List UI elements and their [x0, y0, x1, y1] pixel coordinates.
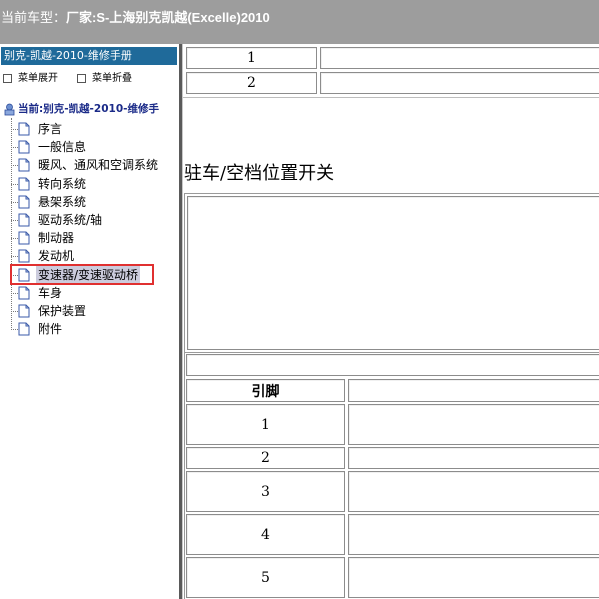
pin-num-cell: 5: [186, 557, 345, 598]
pin-2: 2: [261, 450, 270, 466]
tree-branch: [11, 311, 18, 312]
top-table-num-cell: 1: [186, 47, 317, 69]
tree-item-label: 驱动系统/轴: [38, 213, 103, 227]
pin-header-cell: 引脚: [186, 379, 345, 402]
sidebar: 别克-凯越-2010-维修手册 菜单展开 菜单折叠 当前:别克-凯越-2010-…: [0, 44, 179, 599]
tree-item-label: 暖风、通风和空调系统: [38, 158, 159, 173]
pin-table-caption-cell: [186, 354, 599, 376]
pin-1: 1: [261, 416, 270, 433]
top-table-desc-cell: D: [320, 72, 599, 94]
book-icon: [4, 103, 15, 115]
tree-branch: [11, 147, 18, 149]
page-icon: [18, 122, 30, 136]
section-title: 驻车/空档位置开关: [184, 163, 335, 184]
tree-branch: [11, 238, 18, 240]
top-row-2-num: 2: [247, 75, 256, 91]
pin-desc-cell: [348, 404, 599, 445]
tree-branch: [11, 292, 18, 294]
collapse-menu-label: 菜单折叠: [92, 73, 132, 84]
car-model-label: 当前车型：: [1, 10, 67, 25]
pin-desc-cell: [348, 557, 599, 598]
top-table-num-cell: 2: [186, 72, 317, 94]
selection-highlight: [10, 263, 154, 285]
pin-4: 4: [261, 526, 270, 543]
tree-item-label: 车身: [38, 285, 63, 300]
page-icon: [18, 195, 30, 209]
car-model-value: 厂家:S-上海别克凯越(Excelle)2010: [66, 10, 270, 25]
top-table-desc-cell: [320, 47, 599, 69]
tree-branch: [11, 329, 18, 331]
tree-branch: [11, 165, 18, 167]
tree-branch: [11, 256, 18, 258]
page-icon: [18, 322, 30, 336]
sidebar-header: 别克-凯越-2010-维修手册: [1, 47, 177, 65]
pin-desc-cell: [348, 514, 599, 555]
page-icon: [18, 249, 30, 263]
page-icon: [18, 140, 30, 154]
tree-item-label: 一般信息: [38, 140, 87, 155]
tree-item-label: 悬架系统: [38, 194, 87, 209]
tree-item-label: 序言: [38, 122, 63, 136]
tree-item-label: 转向系统: [38, 176, 87, 191]
pin-num-cell: 1: [186, 404, 345, 445]
tree-item-label: 附件: [38, 322, 63, 337]
car-model-title: 当前车型：厂家:S-上海别克凯越(Excelle)2010: [1, 7, 270, 26]
pin-header: 引脚: [251, 383, 280, 400]
tree-branch: [11, 201, 18, 203]
pin-header-desc-cell: [348, 379, 599, 402]
title-bar: 当前车型：厂家:S-上海别克凯越(Excelle)2010: [0, 0, 599, 44]
tree-branch: [11, 183, 18, 185]
expand-menu-label: 菜单展开: [18, 73, 58, 84]
page-icon: [18, 304, 30, 318]
collapse-menu-button[interactable]: 菜单折叠: [77, 69, 132, 84]
divider: [183, 97, 599, 98]
page-icon: [18, 158, 30, 172]
square-icon: [77, 73, 86, 83]
pin-desc-cell: [348, 447, 599, 469]
diagram-frame: [184, 193, 599, 353]
expand-menu-button[interactable]: 菜单展开: [3, 69, 58, 84]
pin-num-cell: 2: [186, 447, 345, 469]
tree-branch: [11, 220, 18, 221]
pin-3: 3: [261, 483, 270, 500]
square-icon: [3, 73, 12, 83]
top-row-1-num: 1: [247, 50, 256, 66]
tree-root-label: 当前:别克-凯越-2010-维修手: [18, 103, 159, 115]
tree-item-label: 保护装置: [38, 304, 87, 318]
diagram-cell: [187, 196, 599, 350]
pin-num-cell: 3: [186, 471, 345, 512]
page-icon: [18, 231, 30, 245]
content-pane: 1 2 D 驻车/空档位置开关 引脚 1 2 3 4 5: [183, 44, 599, 599]
tree-connector: [11, 118, 12, 328]
pin-5: 5: [261, 569, 270, 586]
tree-branch: [11, 129, 18, 130]
pin-num-cell: 4: [186, 514, 345, 555]
pin-desc-cell: [348, 471, 599, 512]
tree-item-label: 制动器: [38, 231, 75, 246]
page-icon: [18, 213, 30, 227]
page-icon: [18, 177, 30, 191]
tree-root[interactable]: 当前:别克-凯越-2010-维修手: [3, 101, 159, 116]
page-icon: [18, 286, 30, 300]
